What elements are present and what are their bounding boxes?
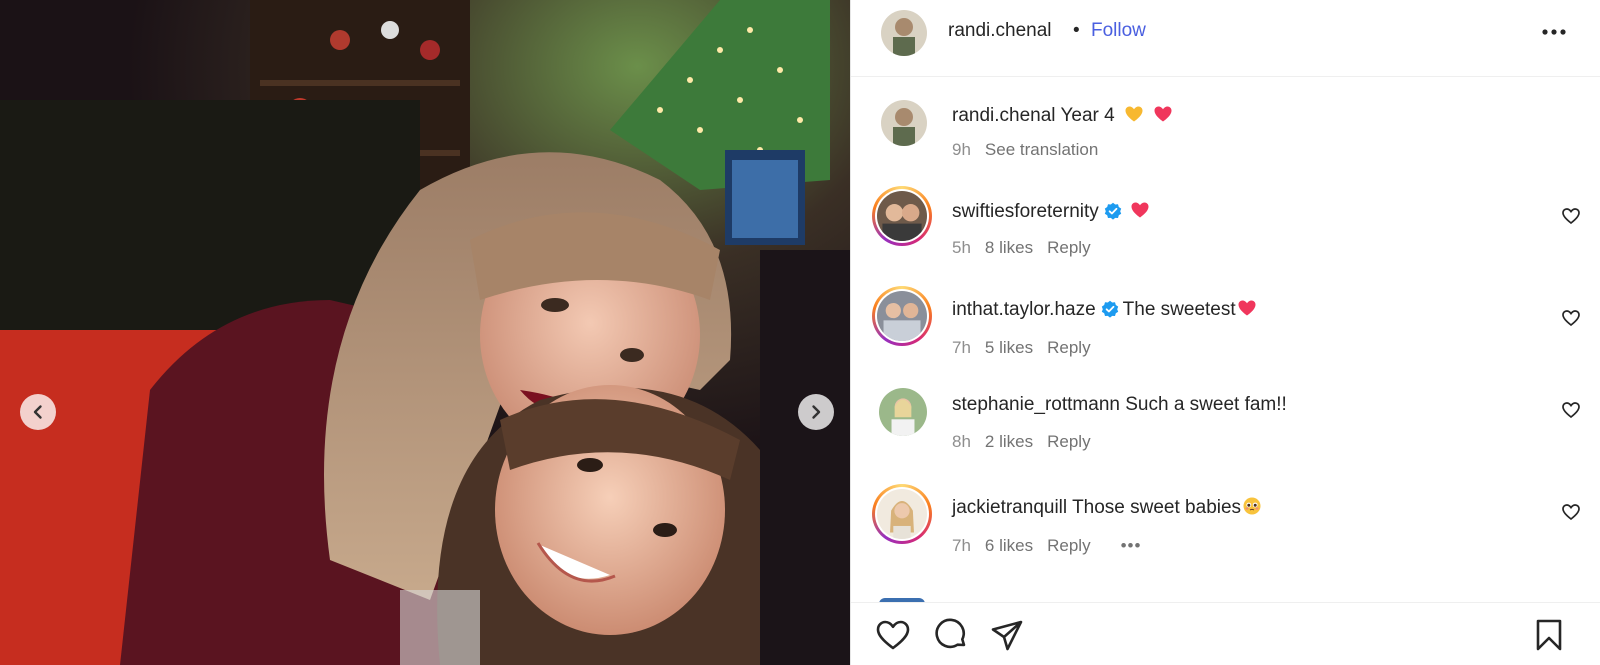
commenter-avatar [877, 489, 927, 539]
heart-icon [1562, 310, 1580, 327]
author-avatar[interactable] [881, 100, 927, 146]
comment-username[interactable]: swiftiesforeternity [952, 201, 1099, 222]
comment-likes[interactable]: 6 likes [985, 536, 1033, 555]
commenter-avatar [877, 191, 927, 241]
caption-text: randi.chenal Year 4 [952, 104, 1173, 127]
reply-button[interactable]: Reply [1047, 432, 1090, 451]
caption-body: Year 4 [1060, 105, 1115, 126]
comment-body: Such a sweet fam!! [1125, 394, 1287, 415]
reply-button[interactable]: Reply [1047, 536, 1090, 555]
comment-username[interactable]: inthat.taylor.haze [952, 299, 1096, 320]
comment-text: jackietranquill Those sweet babies [952, 496, 1262, 519]
heart-emoji-icon [1130, 200, 1150, 220]
carousel-next-button[interactable] [798, 394, 834, 430]
commenter-avatar[interactable] [879, 388, 927, 436]
follow-button[interactable]: Follow [1091, 20, 1146, 42]
heart-icon [1562, 504, 1580, 521]
verified-badge-icon [1104, 202, 1122, 220]
heart-icon [876, 620, 910, 650]
heart-icon [1562, 402, 1580, 419]
post-details-panel: randi.chenal • Follow randi.chenal Year … [850, 0, 1600, 665]
pleading-face-emoji-icon [1242, 496, 1262, 516]
comment-meta: 8h 2 likes Reply [952, 432, 1105, 452]
comment-likes[interactable]: 2 likes [985, 432, 1033, 451]
bookmark-icon [1536, 619, 1562, 651]
comment-body: Those sweet babies [1072, 497, 1242, 518]
comment-item: inthat.taylor.haze The sweetest 7h 5 likes… [851, 286, 1600, 382]
comments-list[interactable]: randi.chenal Year 4 9h See translation s… [851, 78, 1600, 602]
comment-username[interactable]: jackietranquill [952, 497, 1067, 518]
post-header: randi.chenal • Follow [851, 0, 1600, 77]
chevron-right-icon [812, 405, 821, 419]
caption-username[interactable]: randi.chenal [952, 105, 1056, 126]
caption-time: 9h [952, 140, 971, 159]
yellow-heart-emoji-icon [1124, 104, 1144, 124]
like-comment-button[interactable] [1561, 502, 1581, 522]
comment-item: jackietranquill Those sweet babies 7h 6 l… [851, 484, 1600, 580]
more-horizontal-icon [1542, 29, 1566, 35]
chevron-left-icon [33, 405, 42, 419]
save-button[interactable] [1531, 617, 1567, 653]
post-media [0, 0, 850, 665]
see-translation-link[interactable]: See translation [985, 140, 1098, 159]
comment-body: The sweetest [1122, 299, 1236, 320]
like-button[interactable] [875, 617, 911, 653]
comment-more-button[interactable]: ••• [1121, 536, 1142, 555]
story-ring[interactable] [872, 484, 932, 544]
share-button[interactable] [989, 617, 1025, 653]
comment-item: stephanie_rottmann Such a sweet fam!! 8h… [851, 388, 1600, 484]
like-comment-button[interactable] [1561, 400, 1581, 420]
heart-icon [1562, 208, 1580, 225]
commenter-avatar [877, 291, 927, 341]
author-username[interactable]: randi.chenal [948, 20, 1052, 42]
more-options-button[interactable] [1539, 20, 1569, 44]
post-actions-bar [851, 602, 1600, 665]
comment-text: inthat.taylor.haze The sweetest [952, 298, 1257, 321]
comment-button[interactable] [933, 617, 969, 653]
comment-username[interactable]: stephanie_rottmann [952, 394, 1120, 415]
reply-button[interactable]: Reply [1047, 238, 1090, 257]
comment-text: stephanie_rottmann Such a sweet fam!! [952, 394, 1287, 416]
comment-likes[interactable]: 8 likes [985, 238, 1033, 257]
header-separator: • [1073, 20, 1080, 41]
caption-meta: 9h See translation [952, 140, 1112, 160]
post-photo [0, 0, 850, 665]
story-ring[interactable] [872, 186, 932, 246]
comment-time: 8h [952, 432, 971, 451]
like-comment-button[interactable] [1561, 308, 1581, 328]
comment-meta: 5h 8 likes Reply [952, 238, 1105, 258]
share-icon [991, 620, 1023, 651]
comment-item: swiftiesforeternity 5h 8 likes Reply [851, 186, 1600, 282]
carousel-prev-button[interactable] [20, 394, 56, 430]
comment-time: 5h [952, 238, 971, 257]
author-avatar[interactable] [881, 10, 927, 56]
story-ring[interactable] [872, 286, 932, 346]
comment-likes[interactable]: 5 likes [985, 338, 1033, 357]
comment-time: 7h [952, 536, 971, 555]
comment-meta: 7h 6 likes Reply ••• [952, 536, 1155, 556]
post-caption: randi.chenal Year 4 9h See translation [851, 78, 1600, 168]
comment-meta: 7h 5 likes Reply [952, 338, 1105, 358]
comment-icon [935, 618, 966, 649]
heart-emoji-icon [1237, 298, 1257, 318]
verified-badge-icon [1101, 300, 1119, 318]
heart-emoji-icon [1153, 104, 1173, 124]
comment-time: 7h [952, 338, 971, 357]
like-comment-button[interactable] [1561, 206, 1581, 226]
comment-text: swiftiesforeternity [952, 200, 1150, 223]
reply-button[interactable]: Reply [1047, 338, 1090, 357]
